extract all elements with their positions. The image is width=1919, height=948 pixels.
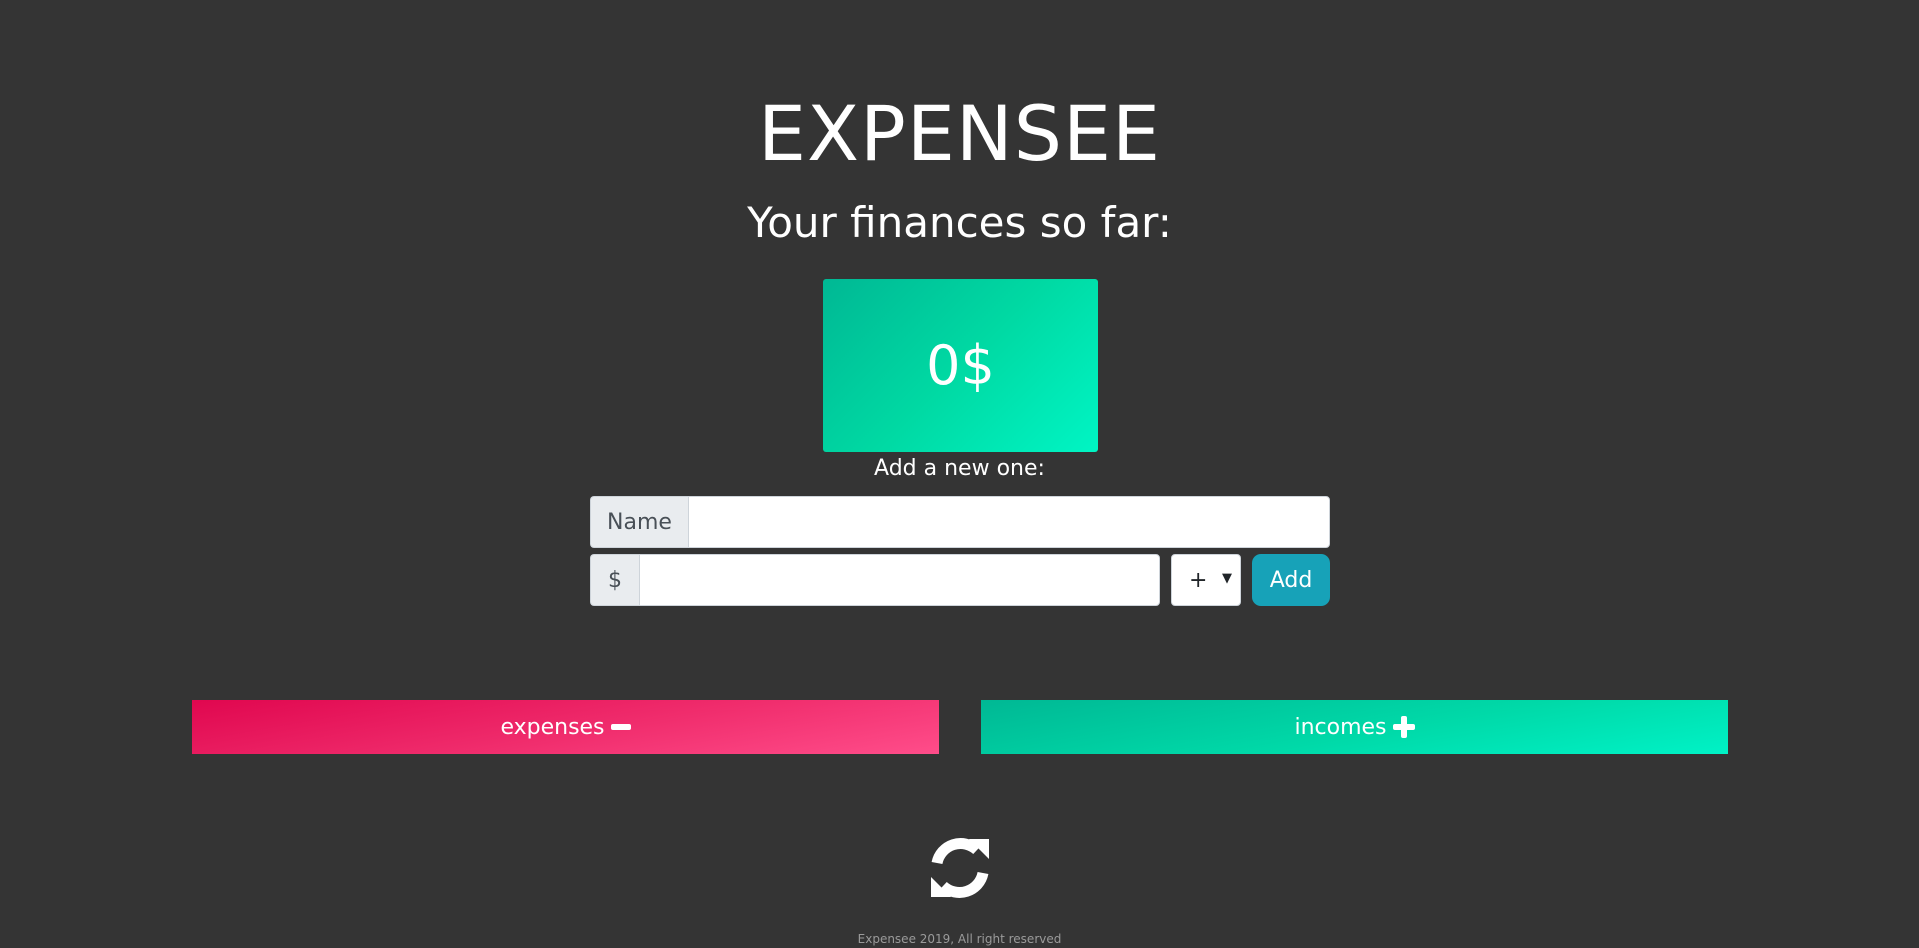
add-button[interactable]: Add xyxy=(1252,554,1330,606)
sign-select-value: + xyxy=(1189,567,1208,593)
footer-text: Expensee 2019, All right reserved xyxy=(857,932,1062,946)
balance-value: 0$ xyxy=(926,334,995,397)
expenses-toggle-button[interactable]: expenses xyxy=(192,700,939,754)
incomes-toggle-label: incomes xyxy=(1294,714,1387,740)
plus-icon xyxy=(1392,716,1415,738)
app-title: EXPENSEE xyxy=(757,89,1162,178)
incomes-toggle-button[interactable]: incomes xyxy=(981,700,1728,754)
balance-card: 0$ xyxy=(823,279,1098,452)
refresh-icon xyxy=(931,838,989,898)
currency-addon-label: $ xyxy=(590,554,639,606)
sign-select[interactable]: + ▼ xyxy=(1171,554,1241,606)
amount-input-group: $ xyxy=(590,554,1160,606)
page: EXPENSEE Your finances so far: 0$ Add a … xyxy=(0,0,1919,948)
name-input[interactable] xyxy=(688,496,1330,548)
minus-icon xyxy=(610,724,631,730)
refresh-button[interactable] xyxy=(925,833,995,903)
amount-input[interactable] xyxy=(639,554,1160,606)
page-subtitle: Your finances so far: xyxy=(747,198,1172,247)
name-input-group: Name xyxy=(590,496,1330,548)
chevron-down-icon: ▼ xyxy=(1222,571,1232,586)
name-addon-label: Name xyxy=(590,496,688,548)
expenses-toggle-label: expenses xyxy=(500,714,605,740)
add-form-heading: Add a new one: xyxy=(874,456,1045,481)
